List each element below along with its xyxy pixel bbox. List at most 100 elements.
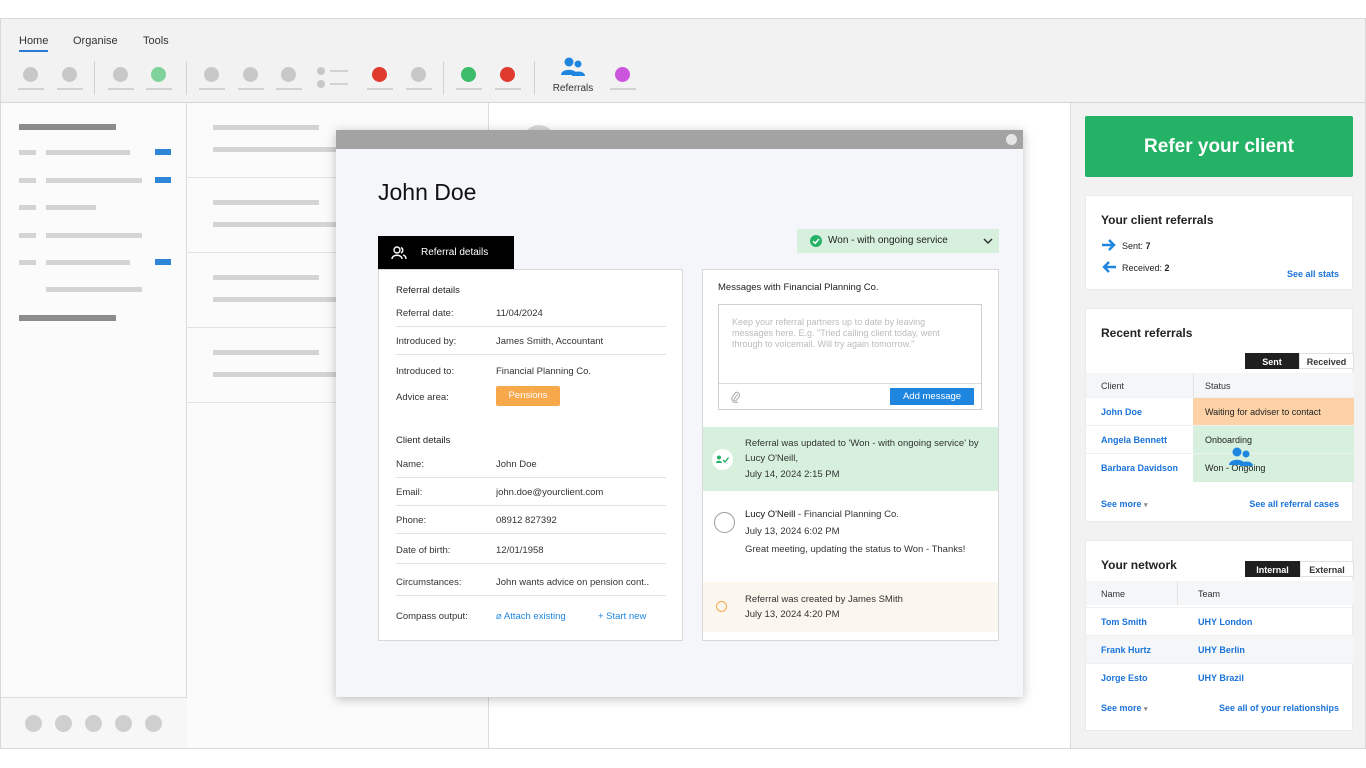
status-dropdown[interactable]: Won - with ongoing service — [797, 229, 999, 253]
see-more-link[interactable]: See more ▾ — [1101, 703, 1148, 713]
toggle-internal[interactable]: Internal — [1245, 561, 1300, 577]
footer-button-4[interactable] — [115, 715, 132, 732]
table-row[interactable]: John Doe Waiting for adviser to contact — [1086, 397, 1354, 426]
team-link[interactable]: UHY Brazil — [1198, 673, 1244, 683]
toggle-external[interactable]: External — [1300, 561, 1354, 577]
client-link[interactable]: Barbara Davidson — [1101, 463, 1178, 473]
paperclip-icon[interactable] — [731, 391, 741, 403]
page-title: John Doe — [378, 179, 477, 205]
feed-time: July 13, 2024 6:02 PM — [745, 526, 840, 537]
detail-key: Referral date: — [396, 308, 454, 319]
toolbar-list-icon[interactable] — [317, 80, 325, 88]
sidebar-item-placeholder[interactable] — [46, 260, 130, 265]
referral-modal: John Doe Referral details Won - with ong… — [336, 130, 1023, 697]
client-link[interactable]: Angela Bennett — [1101, 435, 1167, 445]
ribbon-toolbar: Home Organise Tools Referrals — [1, 19, 1365, 103]
toolbar-button-red[interactable] — [372, 67, 387, 82]
toolbar-button-purple[interactable] — [615, 67, 630, 82]
client-link[interactable]: John Doe — [1101, 407, 1142, 417]
toolbar-label-placeholder — [57, 88, 83, 90]
attach-existing-link[interactable]: ⌀ Attach existing — [496, 611, 566, 622]
toolbar-list-icon[interactable] — [317, 67, 325, 75]
toolbar-label-placeholder — [610, 88, 636, 90]
check-circle-icon — [810, 235, 822, 247]
toggle-sent[interactable]: Sent — [1245, 353, 1299, 369]
toolbar-label-placeholder — [238, 88, 264, 90]
feed-author-line: Lucy O'Neill - Financial Planning Co. — [745, 507, 985, 522]
tab-home[interactable]: Home — [19, 35, 49, 52]
toolbar-button-1[interactable] — [23, 67, 38, 82]
footer-button-1[interactable] — [25, 715, 42, 732]
contact-link[interactable]: Frank Hurtz — [1101, 645, 1151, 655]
feed-message: Referral was updated to 'Won - with ongo… — [745, 438, 979, 464]
feed-text: Referral was updated to 'Won - with ongo… — [745, 436, 980, 482]
section-heading: Referral details — [396, 285, 460, 296]
message-input[interactable]: Keep your referral partners up to date b… — [718, 304, 982, 410]
column-status: Status — [1205, 381, 1231, 391]
received-value: 2 — [1164, 263, 1170, 273]
team-link[interactable]: UHY Berlin — [1198, 645, 1245, 655]
contact-link[interactable]: Jorge Esto — [1101, 673, 1148, 683]
start-new-link[interactable]: + Start new — [598, 611, 646, 622]
sent-value: 7 — [1145, 241, 1151, 251]
detail-value: James Smith, Accountant — [496, 336, 604, 347]
sidebar-badge — [155, 259, 171, 265]
toolbar-button-4[interactable] — [151, 67, 166, 82]
feed-author: Lucy O'Neill — [745, 509, 796, 520]
see-more-link[interactable]: See more ▾ — [1101, 499, 1148, 509]
column-divider — [1177, 581, 1178, 605]
toolbar-separator — [186, 61, 187, 95]
list-item-title-placeholder — [213, 125, 319, 130]
section-heading: Client details — [396, 435, 451, 446]
toolbar-button-8[interactable] — [411, 67, 426, 82]
close-icon[interactable] — [1006, 134, 1017, 145]
sidebar-item-placeholder[interactable] — [46, 178, 142, 183]
card-title: Your client referrals — [1101, 213, 1214, 227]
see-all-referrals-link[interactable]: See all referral cases — [1249, 499, 1339, 509]
feed-org: - Financial Planning Co. — [795, 509, 899, 520]
detail-value: John wants advice on pension cont.. — [496, 577, 650, 588]
card-title: Recent referrals — [1101, 326, 1193, 340]
toggle-received[interactable]: Received — [1299, 353, 1354, 369]
toolbar-button-6[interactable] — [243, 67, 258, 82]
sidebar-item-placeholder[interactable] — [46, 150, 130, 155]
refer-client-button[interactable]: Refer your client — [1085, 116, 1353, 177]
toolbar-button-2[interactable] — [62, 67, 77, 82]
footer-button-5[interactable] — [145, 715, 162, 732]
add-message-button[interactable]: Add message — [890, 388, 974, 405]
tab-label: Referral details — [421, 247, 489, 258]
detail-key: Introduced to: — [396, 366, 455, 377]
sidebar-badge — [155, 149, 171, 155]
toolbar-button-7[interactable] — [281, 67, 296, 82]
sidebar-item-placeholder[interactable] — [46, 287, 142, 292]
footer-button-3[interactable] — [85, 715, 102, 732]
detail-key: Introduced by: — [396, 336, 457, 347]
see-all-stats-link[interactable]: See all stats — [1287, 269, 1339, 279]
table-row[interactable]: Frank Hurtz UHY Berlin — [1086, 635, 1354, 663]
referrals-button[interactable]: Referrals — [549, 57, 597, 97]
sidebar-icon-placeholder — [19, 260, 36, 265]
toolbar-button-green[interactable] — [461, 67, 476, 82]
chevron-down-icon — [983, 238, 993, 245]
table-row[interactable]: Angela Bennett Onboarding — [1086, 425, 1354, 454]
see-all-relationships-link[interactable]: See all of your relationships — [1219, 703, 1339, 713]
table-row[interactable]: Jorge Esto UHY Brazil — [1086, 663, 1354, 691]
footer-button-2[interactable] — [55, 715, 72, 732]
table-row[interactable]: Barbara Davidson Won - Ongoing — [1086, 453, 1354, 482]
chevron-down-icon: ▾ — [1144, 502, 1148, 509]
contact-link[interactable]: Tom Smith — [1101, 617, 1147, 627]
tab-organise[interactable]: Organise — [73, 35, 118, 47]
toolbar-button-3[interactable] — [113, 67, 128, 82]
column-client: Client — [1101, 381, 1125, 391]
sidebar-item-placeholder[interactable] — [46, 205, 96, 210]
tab-referral-details[interactable]: Referral details — [378, 236, 514, 270]
toolbar-label-placeholder — [276, 88, 302, 90]
table-row[interactable]: Tom Smith UHY London — [1086, 607, 1354, 635]
sidebar-item-placeholder[interactable] — [46, 233, 142, 238]
tab-tools[interactable]: Tools — [143, 35, 169, 47]
toolbar-button-red-2[interactable] — [500, 67, 515, 82]
toolbar-button-5[interactable] — [204, 67, 219, 82]
toolbar-label-placeholder — [108, 88, 134, 90]
team-link[interactable]: UHY London — [1198, 617, 1252, 627]
referrals-label: Referrals — [552, 83, 594, 94]
